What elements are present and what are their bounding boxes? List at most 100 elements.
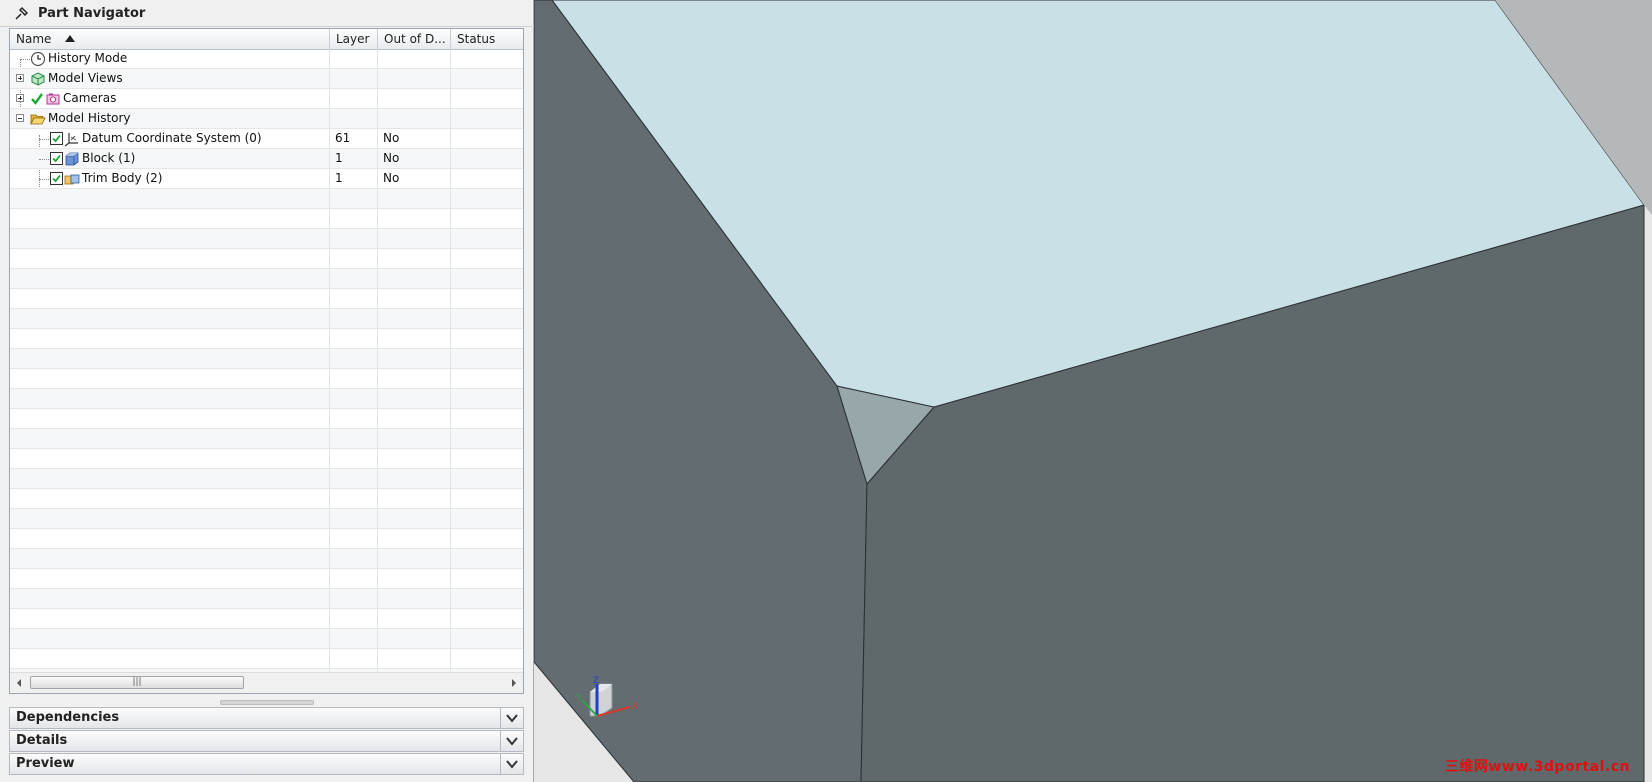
tree-row-model-views[interactable]: Model Views <box>10 69 523 89</box>
empty-cell <box>10 449 330 468</box>
empty-row <box>10 329 523 349</box>
empty-cell <box>330 549 378 568</box>
empty-cell <box>378 409 451 428</box>
checkbox-checked-icon[interactable] <box>50 172 63 185</box>
empty-row <box>10 229 523 249</box>
empty-cell <box>330 429 378 448</box>
checkbox-checked-icon[interactable] <box>50 152 63 165</box>
empty-cell <box>330 649 378 668</box>
empty-cell <box>378 569 451 588</box>
sort-ascending-icon <box>65 35 76 42</box>
empty-cell <box>378 309 451 328</box>
trim-body-icon <box>64 174 80 185</box>
tree-item-label: History Mode <box>48 51 128 65</box>
empty-row <box>10 549 523 569</box>
chevron-down-icon[interactable] <box>500 731 523 751</box>
empty-cell <box>330 309 378 328</box>
tree-row-trim-body[interactable]: Trim Body (2) 1 No <box>10 169 523 189</box>
empty-cell <box>330 529 378 548</box>
chevron-down-icon[interactable] <box>500 754 523 774</box>
tree-item-label: Model History <box>48 111 131 125</box>
column-header-out-of-date[interactable]: Out of D... <box>378 29 451 49</box>
navigator-tree-grid[interactable]: Name Layer Out of D... Status History Mo… <box>9 28 524 694</box>
tree-connector <box>39 159 49 160</box>
scrollbar-thumb[interactable]: ||| <box>30 676 244 689</box>
scroll-left-icon[interactable] <box>17 679 21 687</box>
tree-row-cameras[interactable]: Cameras <box>10 89 523 109</box>
empty-row <box>10 509 523 529</box>
collapse-minus-icon[interactable] <box>16 114 24 122</box>
empty-cell <box>330 229 378 248</box>
empty-row <box>10 589 523 609</box>
empty-cell <box>10 569 330 588</box>
details-section[interactable]: Details <box>9 730 524 752</box>
model-views-icon <box>31 72 45 86</box>
folder-open-icon <box>30 114 46 125</box>
empty-cell <box>10 309 330 328</box>
triad-z-label: Z <box>593 676 599 686</box>
empty-cell <box>10 509 330 528</box>
empty-cell <box>378 549 451 568</box>
empty-cell <box>378 509 451 528</box>
tree-rows: History Mode Model Views Cameras Model H… <box>10 49 523 673</box>
empty-cell <box>330 269 378 288</box>
tree-item-label: Block (1) <box>82 151 136 165</box>
empty-cell <box>451 529 523 548</box>
empty-cell <box>330 569 378 588</box>
empty-cell <box>10 609 330 628</box>
empty-row <box>10 209 523 229</box>
preview-section[interactable]: Preview <box>9 753 524 775</box>
empty-cell <box>378 469 451 488</box>
tree-item-label: Cameras <box>63 91 117 105</box>
empty-cell <box>451 229 523 248</box>
tree-item-label: Datum Coordinate System (0) <box>82 131 262 145</box>
empty-cell <box>378 389 451 408</box>
chevron-down-icon[interactable] <box>500 708 523 728</box>
empty-cell <box>378 329 451 348</box>
expand-plus-icon[interactable] <box>16 74 24 82</box>
checkbox-checked-icon[interactable] <box>50 132 63 145</box>
empty-row <box>10 269 523 289</box>
scroll-right-icon[interactable] <box>512 679 516 687</box>
empty-cell <box>10 649 330 668</box>
empty-cell <box>451 589 523 608</box>
empty-cell <box>378 269 451 288</box>
horizontal-scrollbar[interactable]: ||| <box>10 672 523 693</box>
empty-cell <box>451 509 523 528</box>
tree-row-block[interactable]: Block (1) 1 No <box>10 149 523 169</box>
empty-row <box>10 469 523 489</box>
expand-plus-icon[interactable] <box>16 94 24 102</box>
pin-icon[interactable] <box>14 5 30 21</box>
column-header-layer[interactable]: Layer <box>330 29 378 49</box>
tree-row-model-history[interactable]: Model History <box>10 109 523 129</box>
empty-cell <box>451 429 523 448</box>
panel-splitter-handle[interactable] <box>220 700 314 705</box>
empty-cell <box>330 389 378 408</box>
empty-cell <box>451 489 523 508</box>
part-navigator-panel: Part Navigator Name Layer Out of D... St… <box>0 0 534 782</box>
empty-cell <box>378 449 451 468</box>
empty-cell <box>378 589 451 608</box>
graphics-viewport[interactable]: Z X Y 三维网www.3dportal.cn <box>534 0 1652 782</box>
green-check-icon[interactable] <box>30 91 44 107</box>
datum-csys-icon <box>64 133 78 147</box>
column-header-name[interactable]: Name <box>10 29 330 49</box>
tree-row-history-mode[interactable]: History Mode <box>10 49 523 69</box>
empty-cell <box>330 449 378 468</box>
empty-cell <box>10 389 330 408</box>
empty-cell <box>451 609 523 628</box>
empty-cell <box>10 529 330 548</box>
empty-cell <box>330 409 378 428</box>
empty-row <box>10 369 523 389</box>
empty-cell <box>378 429 451 448</box>
preview-label: Preview <box>16 756 75 771</box>
empty-cell <box>451 349 523 368</box>
column-header-row: Name Layer Out of D... Status <box>10 29 523 50</box>
empty-cell <box>330 509 378 528</box>
empty-row <box>10 349 523 369</box>
column-header-status[interactable]: Status <box>451 29 523 49</box>
dependencies-section[interactable]: Dependencies <box>9 707 524 729</box>
tree-row-datum-csys[interactable]: Datum Coordinate System (0) 61 No <box>10 129 523 149</box>
empty-cell <box>378 369 451 388</box>
empty-row <box>10 649 523 669</box>
